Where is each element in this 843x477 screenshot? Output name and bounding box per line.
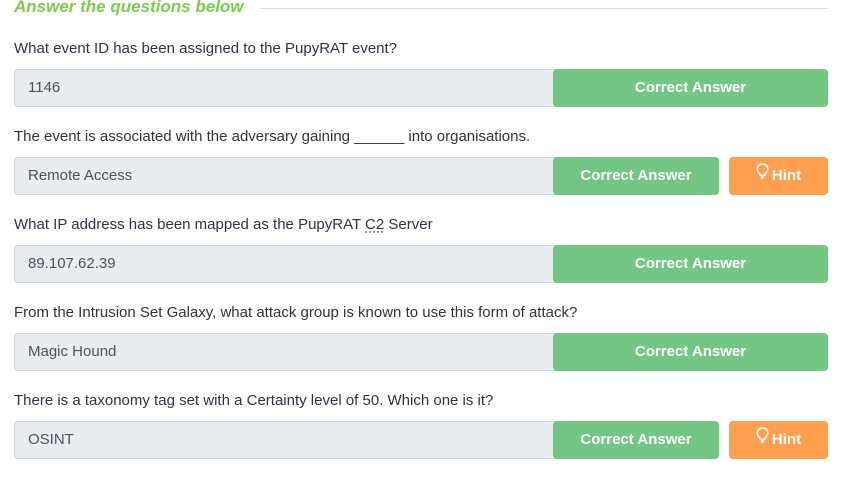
question-5: There is a taxonomy tag set with a Certa… — [14, 390, 828, 459]
question-text: What IP address has been mapped as the P… — [14, 214, 828, 236]
correct-answer-button[interactable]: Correct Answer — [553, 245, 828, 283]
answer-row: Magic Hound Correct Answer — [14, 333, 828, 371]
hint-button[interactable]: Hint — [729, 421, 828, 459]
hint-label: Hint — [771, 167, 802, 184]
hint-label: Hint — [771, 431, 802, 448]
answer-row: OSINT Correct Answer Hint — [14, 421, 828, 459]
answer-field[interactable]: Magic Hound — [14, 333, 556, 371]
question-text: From the Intrusion Set Galaxy, what atta… — [14, 304, 578, 321]
header-divider — [259, 7, 828, 9]
question-4: From the Intrusion Set Galaxy, what atta… — [14, 302, 828, 371]
answer-row: 89.107.62.39 Correct Answer — [14, 245, 828, 283]
lightbulb-icon — [756, 420, 769, 458]
lightbulb-icon — [756, 156, 769, 194]
answer-row: 1146 Correct Answer — [14, 69, 828, 107]
question-text: There is a taxonomy tag set with a Certa… — [14, 392, 494, 409]
answer-field[interactable]: OSINT — [14, 421, 556, 459]
correct-answer-button[interactable]: Correct Answer — [553, 333, 828, 371]
answer-field[interactable]: 1146 — [14, 69, 556, 107]
question-text: The event is associated with the adversa… — [14, 128, 531, 145]
question-2: The event is associated with the adversa… — [14, 126, 828, 195]
question-1: What event ID has been assigned to the P… — [14, 38, 828, 107]
correct-answer-button[interactable]: Correct Answer — [553, 69, 828, 107]
answer-row: Remote Access Correct Answer Hint — [14, 157, 828, 195]
c2-abbreviation: C2 — [365, 216, 385, 233]
section-header: Answer the questions below — [14, 0, 828, 19]
answer-field[interactable]: Remote Access — [14, 157, 556, 195]
correct-answer-button[interactable]: Correct Answer — [553, 157, 719, 195]
hint-button[interactable]: Hint — [729, 157, 828, 195]
question-3: What IP address has been mapped as the P… — [14, 214, 828, 283]
answer-field[interactable]: 89.107.62.39 — [14, 245, 556, 283]
question-text-part: What IP address has been mapped as the P… — [14, 216, 366, 233]
question-text: What event ID has been assigned to the P… — [14, 40, 398, 57]
question-text-part: Server — [384, 216, 433, 233]
section-title: Answer the questions below — [14, 0, 244, 16]
correct-answer-button[interactable]: Correct Answer — [553, 421, 719, 459]
